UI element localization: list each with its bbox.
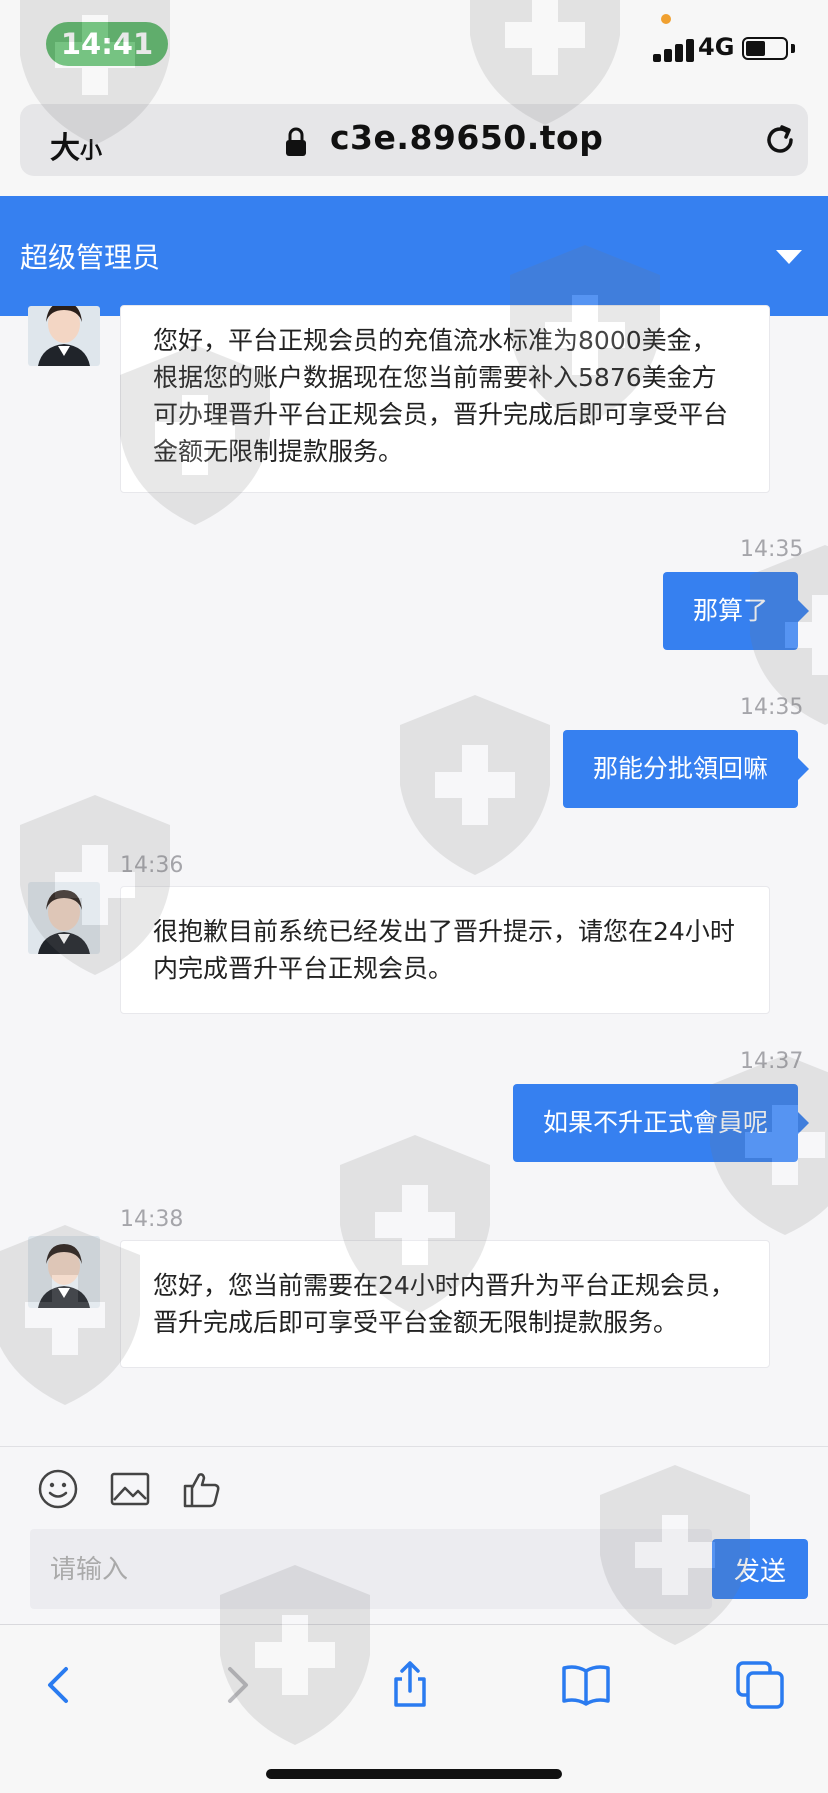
agent-message: 您好，平台正规会员的充值流水标准为8000美金，根据您的账户数据现在您当前需要补… [120, 305, 770, 493]
network-label: 4G [698, 33, 735, 61]
chat-title: 超级管理员 [20, 241, 161, 274]
chat-header: 超级管理员 [0, 196, 828, 316]
user-message: 如果不升正式會員呢 [512, 1084, 810, 1162]
status-time: 14:41 [46, 22, 168, 66]
message-time: 14:35 [740, 695, 804, 720]
url-field[interactable]: 大小 c3e.89650.top [20, 104, 808, 176]
message-input[interactable] [48, 1529, 692, 1611]
browser-toolbar [0, 1624, 828, 1793]
thumbs-up-icon[interactable] [180, 1467, 224, 1511]
forward-icon[interactable] [210, 1659, 262, 1711]
battery-tip [791, 44, 795, 53]
browser-address-bar: 大小 c3e.89650.top [0, 96, 828, 196]
agent-avatar [28, 1236, 100, 1308]
message-composer: 发送 [0, 1446, 828, 1625]
message-time: 14:35 [740, 537, 804, 562]
emoji-icon[interactable] [36, 1467, 80, 1511]
agent-avatar [28, 882, 100, 954]
tabs-icon[interactable] [734, 1659, 786, 1711]
agent-message: 您好，您当前需要在24小时内晋升为平台正规会员，晋升完成后即可享受平台金额无限制… [120, 1240, 770, 1368]
agent-avatar [28, 306, 100, 366]
text-size-big: 大 [50, 131, 80, 166]
signal-icon [653, 38, 699, 62]
privacy-indicator [661, 14, 671, 24]
text-size-small: 小 [80, 139, 103, 164]
back-icon[interactable] [34, 1659, 86, 1711]
send-button[interactable]: 发送 [712, 1539, 808, 1599]
dropdown-caret-icon[interactable] [776, 250, 802, 264]
text-size-button[interactable]: 大小 [50, 123, 102, 167]
share-icon[interactable] [384, 1659, 436, 1711]
shield-watermark-icon [400, 695, 550, 875]
battery-icon [742, 37, 788, 60]
message-time: 14:37 [740, 1049, 804, 1074]
status-bar: 14:41 4G [0, 0, 828, 96]
user-message: 那能分批領回嘛 [562, 730, 810, 808]
agent-message: 很抱歉目前系统已经发出了晋升提示，请您在24小时内完成晋升平台正规会员。 [120, 886, 770, 1014]
lock-icon [286, 127, 306, 156]
home-indicator [266, 1769, 562, 1779]
message-time: 14:36 [120, 853, 184, 878]
url-text: c3e.89650.top [330, 118, 604, 157]
message-time: 14:38 [120, 1207, 184, 1232]
battery-level [746, 41, 765, 56]
message-input-box [30, 1529, 712, 1611]
reload-icon[interactable] [760, 120, 800, 160]
user-message: 那算了 [662, 572, 810, 650]
bookmarks-icon[interactable] [560, 1659, 612, 1711]
image-icon[interactable] [108, 1467, 152, 1511]
